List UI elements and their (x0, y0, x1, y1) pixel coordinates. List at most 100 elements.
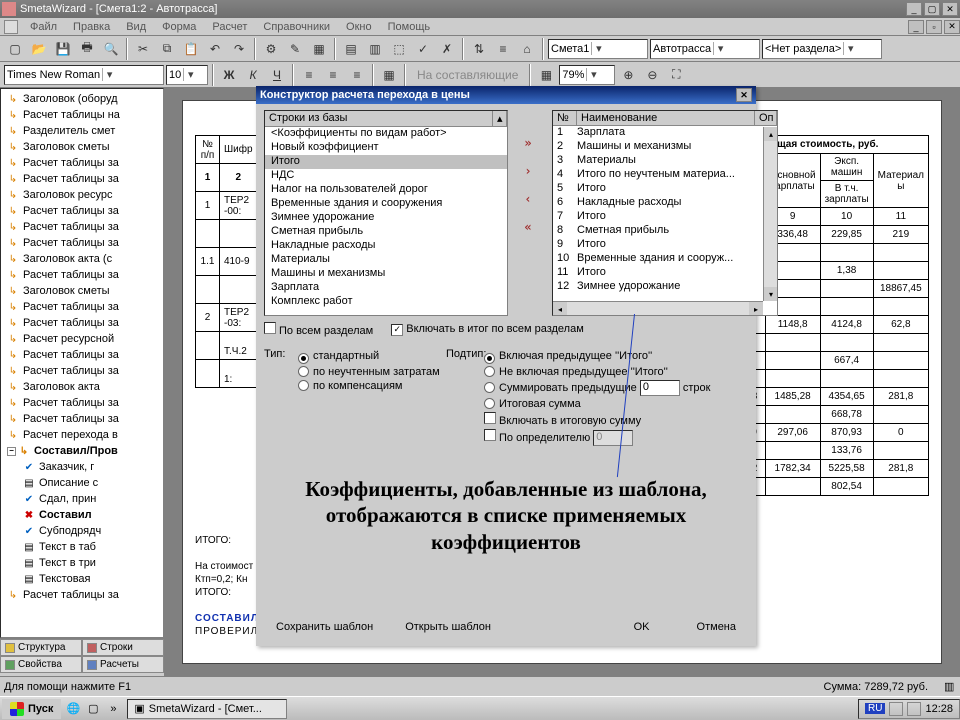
menu-calc[interactable]: Расчет (204, 21, 255, 33)
open-template-button[interactable]: Открыть шаблон (393, 616, 503, 638)
open-icon[interactable]: 📂 (28, 38, 50, 60)
list-item[interactable]: Временные здания и сооружения (265, 197, 507, 211)
list-item[interactable]: НДС (265, 169, 507, 183)
tree-item[interactable]: ↳Заголовок ресурс (1, 187, 163, 203)
tab-rows[interactable]: Строки (82, 639, 164, 656)
vscrollbar[interactable]: ▴ ▾ (763, 127, 777, 301)
list-item[interactable]: 5Итого (553, 182, 777, 196)
tree-item[interactable]: ↳Расчет таблицы за (1, 219, 163, 235)
tree-item[interactable]: ↳Заголовок акта (1, 379, 163, 395)
close-button[interactable]: ✕ (942, 2, 958, 16)
save-template-button[interactable]: Сохранить шаблон (264, 616, 385, 638)
move-all-left-button[interactable]: « (516, 216, 540, 238)
cancel-button[interactable]: Отмена (685, 616, 748, 638)
tree-item[interactable]: ↳Расчет ресурсной (1, 331, 163, 347)
sort-icon[interactable]: ▴ (493, 111, 507, 126)
radio-exclude-prev[interactable]: Не включая предыдущее ''Итого'' (484, 366, 710, 378)
fontsize-combo[interactable]: 10▾ (166, 65, 208, 85)
tree-item[interactable]: ✖Составил (1, 507, 163, 523)
list-item[interactable]: 6Накладные расходы (553, 196, 777, 210)
align-center-icon[interactable]: ≡ (322, 64, 344, 86)
chk-by-determiner[interactable]: По определителю 0 (484, 429, 710, 446)
tree-item[interactable]: ↳Расчет перехода в (1, 427, 163, 443)
radio-sum-prev[interactable]: Суммировать предыдущие 0 строк (484, 380, 710, 396)
radio-total-sum[interactable]: Итоговая сумма (484, 398, 710, 410)
ql-ie-icon[interactable]: 🌐 (64, 700, 82, 718)
tree-item[interactable]: ↳Расчет таблицы за (1, 395, 163, 411)
combo-sheet[interactable]: Смета1▾ (548, 39, 648, 59)
tree-item[interactable]: ↳Расчет таблицы за (1, 171, 163, 187)
tree-item[interactable]: ↳Расчет таблицы за (1, 203, 163, 219)
zoom-combo[interactable]: 79%▾ (559, 65, 615, 85)
list-item[interactable]: 2Машины и механизмы (553, 140, 777, 154)
redo-icon[interactable]: ↷ (228, 38, 250, 60)
tool7-icon[interactable]: ✓ (412, 38, 434, 60)
border-icon[interactable]: ▦ (378, 64, 400, 86)
tree-item[interactable]: ↳Расчет таблицы за (1, 363, 163, 379)
list-item[interactable]: 11Итого (553, 266, 777, 280)
zoom-out-icon[interactable]: ⊖ (641, 64, 663, 86)
list-item[interactable]: 10Временные здания и сооруж... (553, 252, 777, 266)
tree-item[interactable]: ▤Текст в таб (1, 539, 163, 555)
bold-icon[interactable]: Ж (218, 64, 240, 86)
tab-calcs[interactable]: Расчеты (82, 656, 164, 673)
radio-compensation[interactable]: по компенсациям (298, 380, 440, 392)
tool11-icon[interactable]: ⌂ (516, 38, 538, 60)
tree-item[interactable]: ↳Разделитель смет (1, 123, 163, 139)
scroll-down-icon[interactable]: ▾ (764, 287, 778, 301)
underline-icon[interactable]: Ч (266, 64, 288, 86)
tree-item[interactable]: ▤Текст в три (1, 555, 163, 571)
tree-item[interactable]: ↳Расчет таблицы за (1, 299, 163, 315)
list-item[interactable]: Новый коэффициент (265, 141, 507, 155)
tree-item[interactable]: ▤Описание с (1, 475, 163, 491)
list-item[interactable]: Накладные расходы (265, 239, 507, 253)
tree-item[interactable]: −↳Составил/Пров (1, 443, 163, 459)
tree-item[interactable]: ↳Заголовок сметы (1, 283, 163, 299)
paste-icon[interactable]: 📋 (180, 38, 202, 60)
radio-standard[interactable]: стандартный (298, 350, 440, 364)
menu-form[interactable]: Форма (154, 21, 204, 33)
undo-icon[interactable]: ↶ (204, 38, 226, 60)
task-smetawizard[interactable]: ▣ SmetaWizard - [Смет... (127, 699, 287, 719)
menu-refs[interactable]: Справочники (255, 21, 338, 33)
list-item[interactable]: 1Зарплата (553, 126, 777, 140)
list-item[interactable]: Сметная прибыль (265, 225, 507, 239)
tree-item[interactable]: ↳Заголовок сметы (1, 139, 163, 155)
list-item[interactable]: Комплекс работ (265, 295, 507, 309)
tab-props[interactable]: Свойства (0, 656, 82, 673)
dialog-close-button[interactable]: ✕ (736, 88, 752, 102)
tool3-icon[interactable]: ▦ (308, 38, 330, 60)
copy-icon[interactable]: ⧉ (156, 38, 178, 60)
move-left-button[interactable]: ‹ (516, 188, 540, 210)
tree-item[interactable]: ↳Заголовок акта (с (1, 251, 163, 267)
move-right-button[interactable]: › (516, 160, 540, 182)
tray-icon-1[interactable] (889, 702, 903, 716)
chk-include-all-sections[interactable]: ✓Включать в итог по всем разделам (391, 323, 584, 336)
align-left-icon[interactable]: ≡ (298, 64, 320, 86)
menu-window[interactable]: Окно (338, 21, 380, 33)
list-item[interactable]: Налог на пользователей дорог (265, 183, 507, 197)
tool6-icon[interactable]: ⬚ (388, 38, 410, 60)
tree-item[interactable]: ↳Расчет таблицы за (1, 587, 163, 603)
sum-rows-input[interactable]: 0 (640, 380, 680, 396)
cut-icon[interactable]: ✂ (132, 38, 154, 60)
tree-item[interactable]: ↳Расчет таблицы за (1, 347, 163, 363)
hscrollbar[interactable]: ◂ ▸ (553, 301, 763, 315)
scroll-right-icon[interactable]: ▸ (749, 302, 763, 316)
structure-tree[interactable]: ↳Заголовок (оборуд↳Расчет таблицы на↳Раз… (0, 88, 164, 638)
tray-clock[interactable]: 12:28 (925, 703, 953, 715)
tray-icon-2[interactable] (907, 702, 921, 716)
maximize-button[interactable]: ▢ (924, 2, 940, 16)
tool5-icon[interactable]: ▥ (364, 38, 386, 60)
tab-structure[interactable]: Структура (0, 639, 82, 656)
ql-desktop-icon[interactable]: ▢ (84, 700, 102, 718)
dialog-titlebar[interactable]: Конструктор расчета перехода в цены ✕ (256, 86, 756, 104)
list-item[interactable]: Зарплата (265, 281, 507, 295)
tool9-icon[interactable]: ⇅ (468, 38, 490, 60)
radio-include-prev[interactable]: Включая предыдущее ''Итого'' (484, 350, 710, 364)
scroll-up-icon[interactable]: ▴ (764, 127, 778, 141)
print-icon[interactable]: 🖶 (76, 38, 98, 60)
list-item[interactable]: Итого (265, 155, 507, 169)
tree-item[interactable]: ↳Заголовок (оборуд (1, 91, 163, 107)
menu-edit[interactable]: Правка (65, 21, 118, 33)
